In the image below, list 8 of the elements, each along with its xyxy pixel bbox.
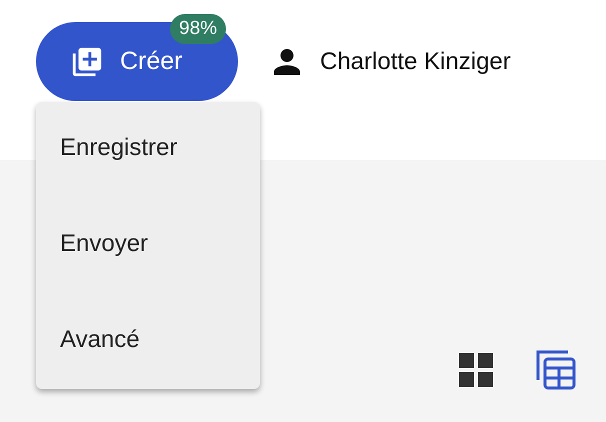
menu-item[interactable]: Avancé <box>36 314 260 386</box>
user-name: Charlotte Kinziger <box>320 48 511 76</box>
person-icon <box>274 48 300 74</box>
percentage-badge: 98% <box>170 14 226 44</box>
menu-item[interactable]: Envoyer <box>36 218 260 290</box>
grid-view-icon[interactable] <box>458 352 494 388</box>
menu-item[interactable]: Enregistrer <box>36 122 260 194</box>
table-view-icon[interactable] <box>536 350 576 390</box>
